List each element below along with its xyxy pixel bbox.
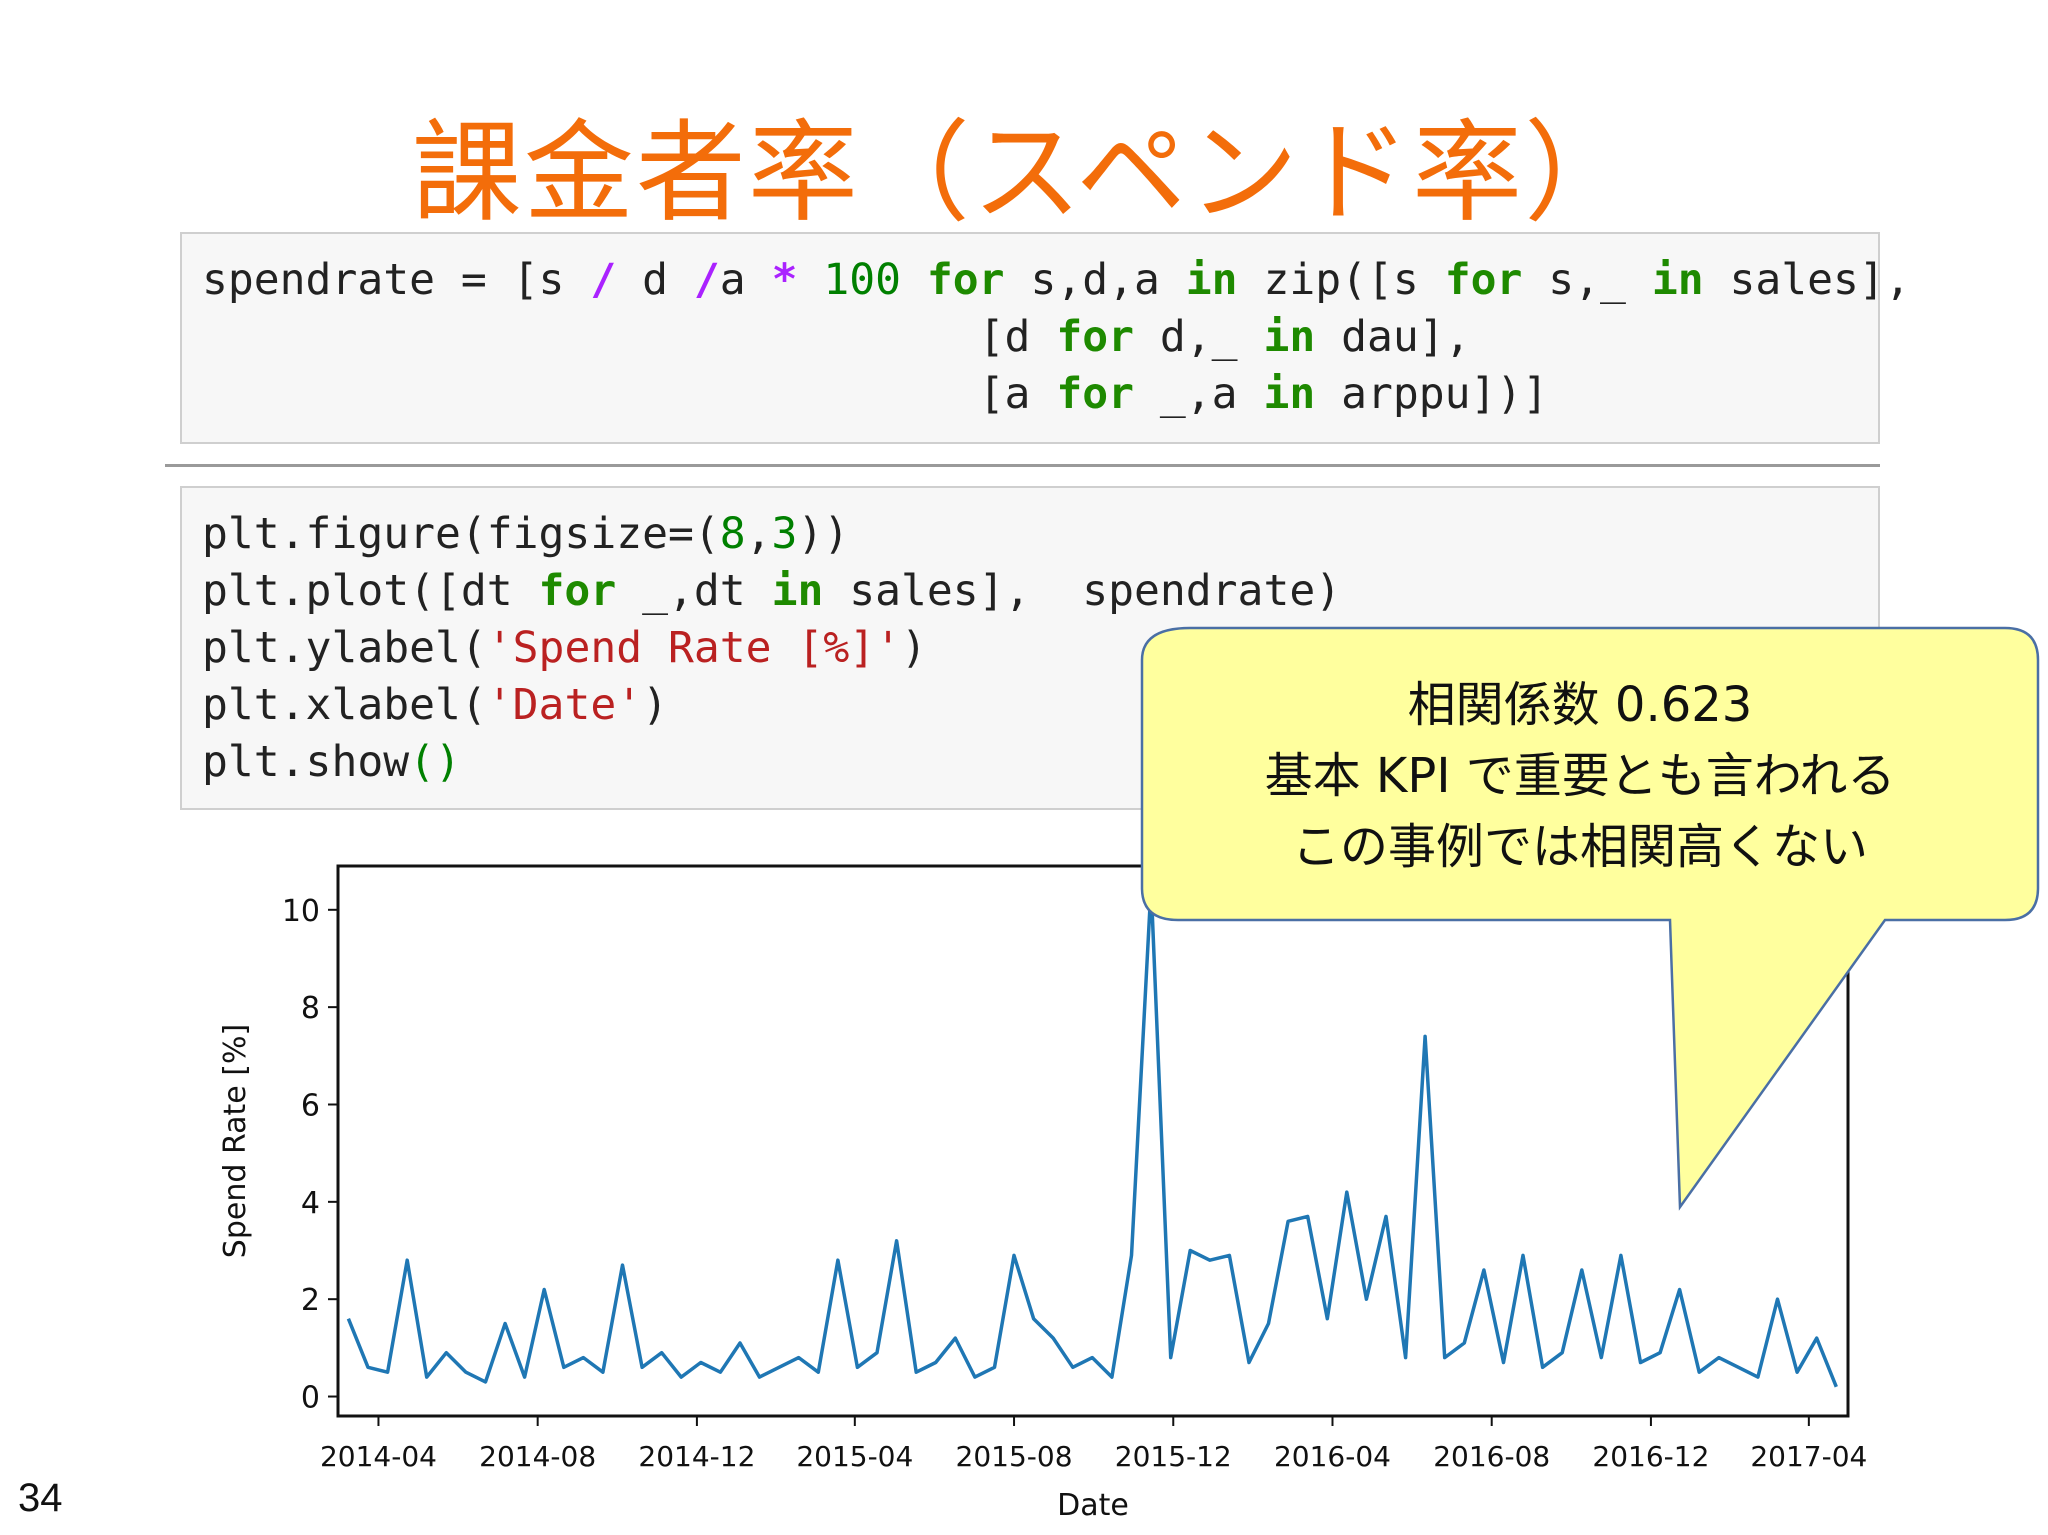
plot-frame xyxy=(336,864,1850,1418)
y-tick-label: 10 xyxy=(282,894,320,929)
x-tick-label: 2015-04 xyxy=(796,1440,913,1473)
callout-text: 相関係数 0.623 基本 KPI で重要とも言われる この事例では相関高くない xyxy=(1150,670,2010,883)
x-tick-label: 2014-12 xyxy=(638,1440,755,1473)
x-tick-label: 2016-12 xyxy=(1592,1440,1709,1473)
x-axis-label: Date xyxy=(1057,1488,1129,1523)
y-tick-label: 4 xyxy=(301,1186,320,1221)
page-number: 34 xyxy=(18,1476,63,1520)
callout-line-conclusion: この事例では相関高くない xyxy=(1291,819,1868,875)
y-axis-label: Spend Rate [%] xyxy=(218,1024,253,1258)
x-tick-label: 2014-04 xyxy=(320,1440,437,1473)
y-tick-label: 2 xyxy=(301,1283,320,1318)
x-axis-ticks: 2014-04 2014-08 2014-12 2015-04 2015-08 2015-… xyxy=(320,1416,1867,1473)
series-line xyxy=(346,883,1838,1388)
y-axis-ticks: 0 2 4 6 8 10 xyxy=(282,894,338,1416)
y-tick-label: 8 xyxy=(301,991,320,1026)
x-tick-label: 2014-08 xyxy=(479,1440,596,1473)
x-tick-label: 2015-12 xyxy=(1115,1440,1232,1473)
x-tick-label: 2017-04 xyxy=(1750,1440,1867,1473)
y-tick-label: 6 xyxy=(301,1088,320,1123)
x-tick-label: 2015-08 xyxy=(956,1440,1073,1473)
callout-line-kpi: 基本 KPI で重要とも言われる xyxy=(1264,748,1896,804)
x-tick-label: 2016-08 xyxy=(1433,1440,1550,1473)
y-tick-label: 0 xyxy=(301,1381,320,1416)
callout-line-correlation: 相関係数 0.623 xyxy=(1407,677,1753,733)
x-tick-label: 2016-04 xyxy=(1274,1440,1391,1473)
